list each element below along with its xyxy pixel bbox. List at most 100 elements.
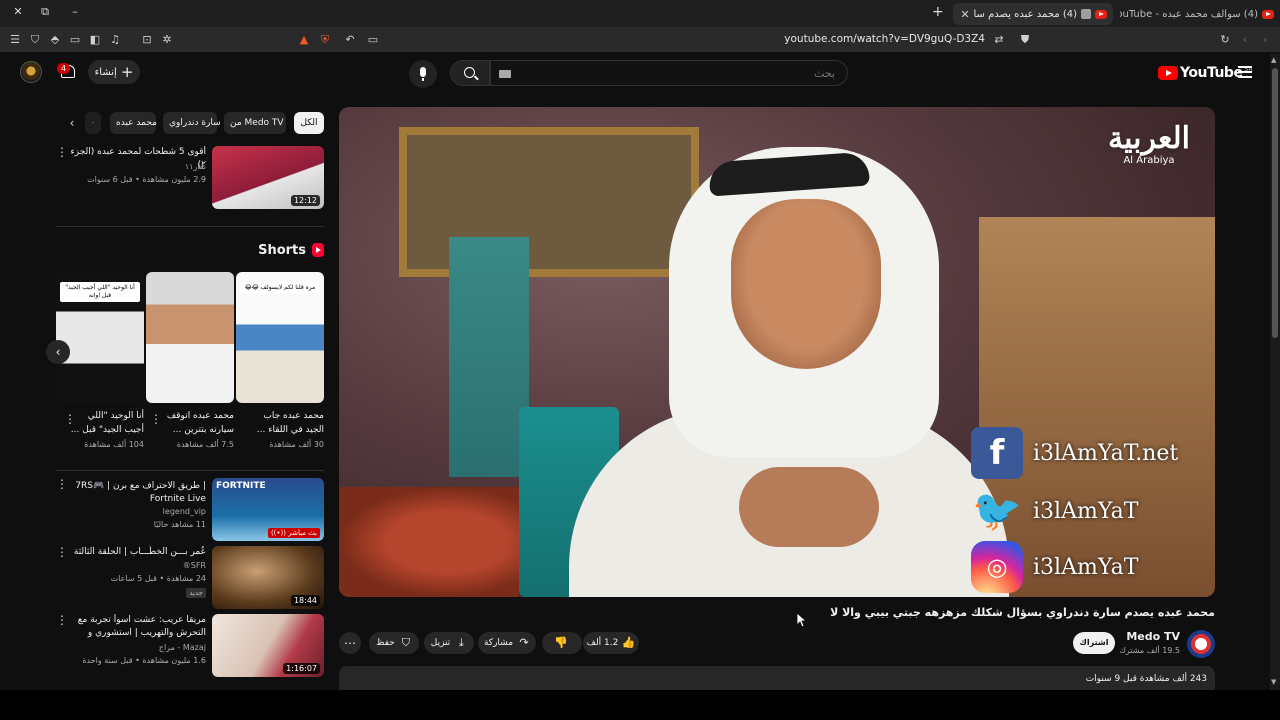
back-icon[interactable]: ‹ — [1238, 33, 1252, 47]
social-overlay-twitter: 🐦 i3lAmYaT — [971, 485, 1211, 537]
cast-icon[interactable]: ▭ — [366, 33, 380, 47]
chip-all[interactable]: الكل — [294, 112, 324, 134]
share-link-icon[interactable]: ⇄ — [992, 33, 1006, 47]
tab-active[interactable]: ✕ (4) محمد عبده يصدم سارة دندراوي — [953, 3, 1113, 25]
channel-avatar[interactable] — [1187, 630, 1215, 658]
scroll-thumb[interactable] — [1272, 68, 1278, 338]
like-button[interactable]: 👍 1.2 ألف — [583, 632, 639, 654]
short-caption: مره قلنا لكم لايسولف 😂😂 — [240, 282, 320, 294]
video-player[interactable]: العربية Al Arabiya f i3lAmYaT.net 🐦 i3lA… — [339, 107, 1215, 597]
social-overlay-facebook: f i3lAmYaT.net — [971, 427, 1211, 479]
more-actions-icon[interactable]: ⋯ — [339, 632, 361, 654]
kebab-menu-icon[interactable]: ⋮ — [56, 546, 68, 558]
shorts-icon — [312, 243, 324, 257]
brave-shield-icon[interactable]: ⛨ — [318, 33, 332, 47]
short-thumbnail[interactable]: أنا الوحيد "اللي أجيب الجيد" قبل اوانه — [56, 272, 144, 403]
page-scrollbar[interactable]: ▲ ▼ — [1270, 54, 1280, 690]
microphone-icon[interactable] — [409, 60, 437, 88]
thumbnail-logo-icon: FORTNITE — [216, 481, 266, 491]
description-meta: 243 ألف مشاهدة قبل 9 سنوات — [1085, 674, 1207, 684]
back-share-icon[interactable]: ↶ — [343, 33, 357, 47]
save-button[interactable]: ⛉ حفظ — [369, 632, 419, 654]
bookmark-icon[interactable]: ⛊ — [1018, 33, 1032, 47]
short-thumbnail[interactable]: مره قلنا لكم لايسولف 😂😂 — [236, 272, 324, 403]
kebab-menu-icon[interactable]: ⋮ — [150, 412, 162, 426]
chip-sara-dandrawi[interactable]: سارة دندراوي — [163, 112, 221, 134]
window-restore-button[interactable]: ⧉ — [37, 5, 53, 19]
extensions-icon[interactable]: ✲ — [160, 33, 174, 47]
forward-icon[interactable]: › — [1258, 33, 1272, 47]
video-title[interactable]: مريقا عريب: عشت اسوأ تجربة مع التحرش وال… — [66, 614, 206, 640]
save-label: حفظ — [376, 638, 395, 648]
music-icon[interactable]: ♫ — [108, 33, 122, 47]
chip-from-channel[interactable]: من Medo TV — [224, 112, 286, 134]
video-title[interactable]: عُمر بـــن الخطّـــاب | الحلقة الثالثة — [66, 546, 206, 559]
channel-name[interactable]: Mazaj - مزاج — [66, 643, 206, 652]
divider — [56, 470, 324, 471]
kebab-menu-icon[interactable]: ⋮ — [56, 614, 68, 626]
video-thumbnail[interactable]: 1:16:07 — [212, 614, 324, 677]
kebab-menu-icon[interactable]: ⋮ — [64, 412, 76, 426]
video-thumbnail[interactable]: 18:44 — [212, 546, 324, 609]
chevron-left-icon[interactable]: ‹ — [64, 115, 80, 131]
window-close-button[interactable]: ✕ — [10, 5, 26, 18]
video-frame-person-hands — [739, 467, 879, 547]
search-input[interactable] — [491, 61, 847, 85]
avatar[interactable] — [20, 61, 42, 83]
scroll-up-icon[interactable]: ▲ — [1271, 56, 1276, 64]
dislike-button[interactable]: 👎 — [542, 632, 582, 654]
shorts-label: Shorts — [258, 242, 306, 258]
reload-icon[interactable]: ↻ — [1218, 33, 1232, 47]
chip-overflow[interactable]: - — [85, 112, 101, 134]
plus-icon: + — [120, 62, 134, 81]
subscribe-button[interactable]: اشتراك — [1073, 632, 1115, 654]
scroll-down-icon[interactable]: ▼ — [1271, 678, 1276, 686]
chip-mohamed-abdu[interactable]: محمد عبده — [110, 112, 157, 134]
menu-icon[interactable]: ☰ — [8, 33, 22, 47]
browser-toolbar: ☰ ⛉ ⬘ ▭ ◧ ♫ ⊡ ✲ ▲ ⛨ ↶ ▭ youtube.com/watc… — [0, 27, 1280, 53]
short-thumbnail[interactable] — [146, 272, 234, 403]
short-item[interactable]: أنا الوحيد "اللي أجيب الجيد" قبل اوانه أ… — [56, 272, 144, 449]
list-item[interactable]: FORTNITE بث مباشر ((•)) | طريق الاحتراف … — [56, 478, 324, 541]
search-box[interactable] — [490, 60, 848, 86]
hamburger-menu-icon[interactable] — [1238, 66, 1252, 78]
social-handle: i3lAmYaT — [1033, 498, 1139, 524]
chevron-left-icon[interactable]: ‹ — [46, 340, 70, 364]
list-item[interactable]: 12:12 أقوى 5 شطحات لمحمد عبده (الجزء ٢) … — [56, 146, 324, 212]
video-title[interactable]: | طريق الاحتراف مع برن | 7RS🎮 Fortnite L… — [66, 480, 206, 506]
kebab-menu-icon[interactable]: ⋮ — [56, 478, 68, 490]
window-minimize-button[interactable]: – — [67, 5, 83, 18]
tab-close-icon[interactable]: ✕ — [957, 8, 973, 21]
screen-bottom-bar — [0, 690, 1280, 720]
tabs-icon[interactable]: ▭ — [68, 33, 82, 47]
tab-inactive[interactable]: (4) سوالف محمد عبده - YouTube — [1120, 3, 1280, 25]
list-item[interactable]: 1:16:07 مريقا عريب: عشت اسوأ تجربة مع ال… — [56, 614, 324, 677]
download-button[interactable]: ⤓ تنزيل — [424, 632, 474, 654]
url-field[interactable]: youtube.com/watch?v=DV9guQ-D3Z4 — [780, 33, 985, 45]
video-thumbnail[interactable]: FORTNITE بث مباشر ((•)) — [212, 478, 324, 541]
screenshot-icon[interactable]: ⊡ — [140, 33, 154, 47]
wallet-icon[interactable]: ⬘ — [48, 33, 62, 47]
short-item[interactable]: محمد عبده اتوقف سيارته بتترين ... 7.5 أل… — [146, 272, 234, 449]
brave-rewards-icon[interactable]: ▲ — [297, 33, 311, 47]
speaker-icon[interactable] — [1081, 9, 1091, 19]
keyboard-icon[interactable] — [499, 70, 511, 78]
share-button[interactable]: ↷ مشاركة — [478, 632, 536, 654]
channel-name[interactable]: نقار١١ — [66, 162, 206, 171]
sidebar-icon[interactable]: ◧ — [88, 33, 102, 47]
download-label: تنزيل — [430, 638, 451, 648]
channel-name[interactable]: SFR® — [66, 561, 206, 570]
create-button[interactable]: إنشاء + — [88, 60, 140, 84]
list-item[interactable]: 18:44 عُمر بـــن الخطّـــاب | الحلقة الث… — [56, 546, 324, 609]
short-views: 104 ألف مشاهدة — [84, 440, 144, 449]
short-views: 7.5 ألف مشاهدة — [176, 440, 234, 449]
short-title[interactable]: محمد عبده جاب الجيد في اللقاء ... — [236, 409, 324, 437]
shield-icon[interactable]: ⛉ — [28, 33, 42, 47]
search-icon[interactable] — [450, 60, 490, 86]
video-thumbnail[interactable]: 12:12 — [212, 146, 324, 209]
short-item[interactable]: مره قلنا لكم لايسولف 😂😂 محمد عبده جاب ال… — [236, 272, 324, 449]
tab-title: (4) محمد عبده يصدم سارة دندراوي — [973, 8, 1077, 20]
channel-name[interactable]: legend_vip — [66, 507, 206, 516]
new-tab-button[interactable]: + — [932, 4, 944, 20]
kebab-menu-icon[interactable]: ⋮ — [56, 146, 68, 158]
